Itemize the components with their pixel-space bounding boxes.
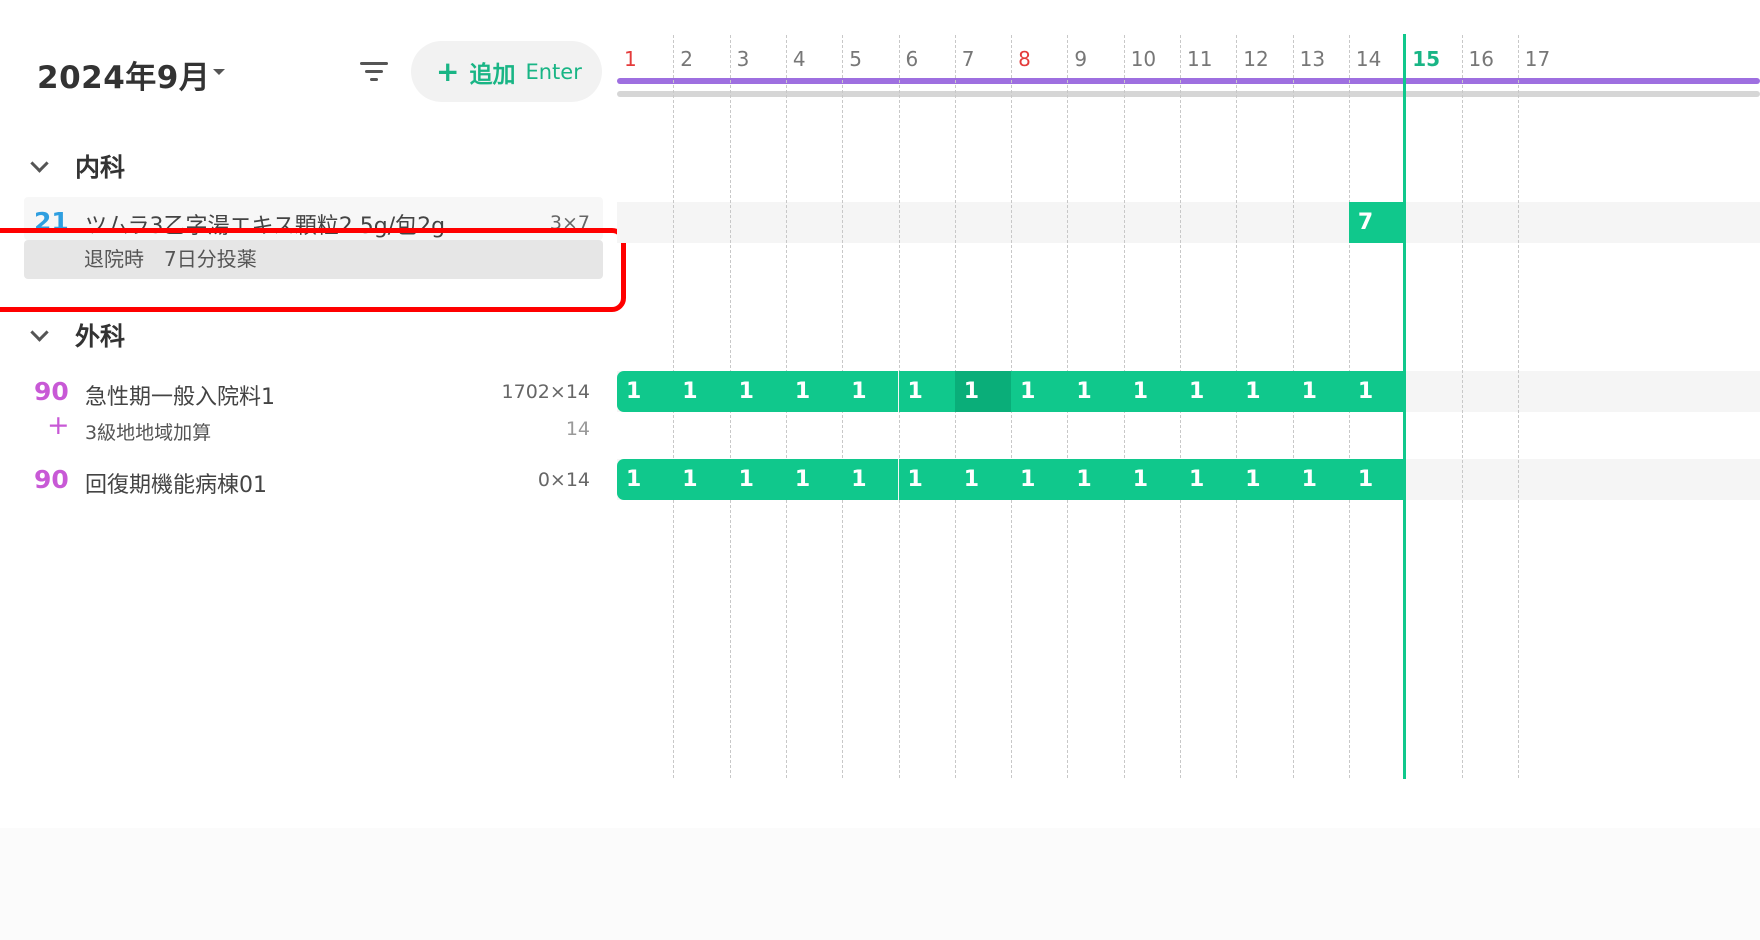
group-label: 外科 [75,322,126,351]
schedule-cell[interactable]: 1 [954,459,1012,500]
addon-qty: 14 [565,418,590,440]
order-name[interactable]: 回復期機能病棟01 [85,467,267,499]
schedule-cell[interactable]: 1 [1236,459,1293,500]
schedule-cell[interactable]: 1 [673,371,730,412]
day-label[interactable]: 1 [624,47,637,71]
add-button-label: 追加 [469,61,516,88]
schedule-cell[interactable]: 1 [898,371,955,412]
order-code: 21 [34,207,69,236]
schedule-cell[interactable]: 1 [1180,371,1237,412]
admission-period-bar [617,78,1760,84]
schedule-cell[interactable]: 1 [785,459,843,500]
month-title[interactable]: 2024年9月 [37,52,210,97]
schedule-cell[interactable]: 1 [729,459,786,500]
schedule-cell[interactable]: 1 [842,371,899,412]
schedule-cell[interactable]: 1 [1067,459,1124,500]
day-label[interactable]: 6 [906,47,919,71]
day-label[interactable]: 9 [1074,47,1087,71]
schedule-cell[interactable]: 1 [898,459,955,500]
schedule-cell[interactable]: 1 [673,459,730,500]
day-label[interactable]: 17 [1525,47,1550,71]
order-qty: 3×7 [549,212,590,234]
schedule-cell[interactable]: 1 [1011,371,1068,412]
calendar-timeline: 1 2 3 4 5 6 7 8 9 10 11 12 13 14 15 16 17 7 1 1 1 1 1 1 1 1 1 1 1 1 1 1… [617,0,1760,800]
order-name: ツムラ3乙字湯エキス顆粒2.5g/包2g [85,214,446,239]
add-shortcut-hint: Enter [525,59,582,84]
day-label[interactable]: 4 [793,47,806,71]
order-note[interactable]: 退院時 7日分投薬 [24,240,603,279]
add-button[interactable]: + 追加 Enter [411,41,602,102]
timeline-track [617,202,1760,243]
group-header-surgery[interactable]: 外科 [30,317,126,353]
schedule-cell[interactable]: 1 [1180,459,1237,500]
schedule-cell[interactable]: 1 [842,459,899,500]
schedule-cell[interactable]: 1 [1123,371,1180,412]
day-label[interactable]: 3 [737,47,750,71]
day-gridline [1517,35,1519,778]
order-code: 90 [34,465,69,494]
day-label[interactable]: 5 [849,47,862,71]
addon-name: 3級地地域加算 [85,422,212,444]
period-bar [617,91,1760,97]
schedule-cell[interactable]: 1 [1011,459,1068,500]
day-label[interactable]: 11 [1187,47,1212,71]
day-label[interactable]: 15 [1412,47,1440,71]
day-label[interactable]: 10 [1131,47,1156,71]
group-header-internal[interactable]: 内科 [30,148,126,184]
day-label[interactable]: 14 [1356,47,1381,71]
day-label[interactable]: 16 [1469,47,1494,71]
day-label[interactable]: 13 [1300,47,1325,71]
schedule-cell[interactable]: 1 [617,459,674,500]
chevron-down-icon [30,153,49,173]
day-gridline [1461,35,1463,778]
schedule-cell[interactable]: 1 [1236,371,1293,412]
order-name[interactable]: 急性期一般入院料1 [85,379,275,411]
order-qty: 0×14 [537,469,590,491]
group-label: 内科 [75,153,126,182]
today-indicator [1403,34,1407,779]
filter-icon[interactable] [358,58,390,86]
schedule-cell[interactable]: 1 [1348,371,1406,412]
order-qty: 1702×14 [501,381,590,403]
caret-down-icon[interactable] [213,69,225,75]
plus-icon: + [47,410,70,441]
schedule-cell[interactable]: 1 [1067,371,1124,412]
day-label[interactable]: 8 [1018,47,1031,71]
schedule-cell[interactable]: 1 [1292,371,1349,412]
day-label[interactable]: 2 [680,47,693,71]
day-label[interactable]: 12 [1243,47,1268,71]
schedule-cell[interactable]: 1 [1123,459,1180,500]
schedule-cell[interactable]: 1 [785,371,843,412]
plus-icon: + [436,54,460,88]
schedule-cell[interactable]: 1 [617,371,674,412]
footer-strip [0,828,1760,940]
chevron-down-icon [30,322,49,342]
day-label[interactable]: 7 [962,47,975,71]
schedule-cell[interactable]: 1 [729,371,786,412]
order-code: 90 [34,377,69,406]
schedule-cell[interactable]: 1 [954,371,1012,412]
schedule-cell[interactable]: 1 [1292,459,1349,500]
schedule-cell[interactable]: 7 [1348,202,1406,243]
schedule-cell[interactable]: 1 [1348,459,1406,500]
